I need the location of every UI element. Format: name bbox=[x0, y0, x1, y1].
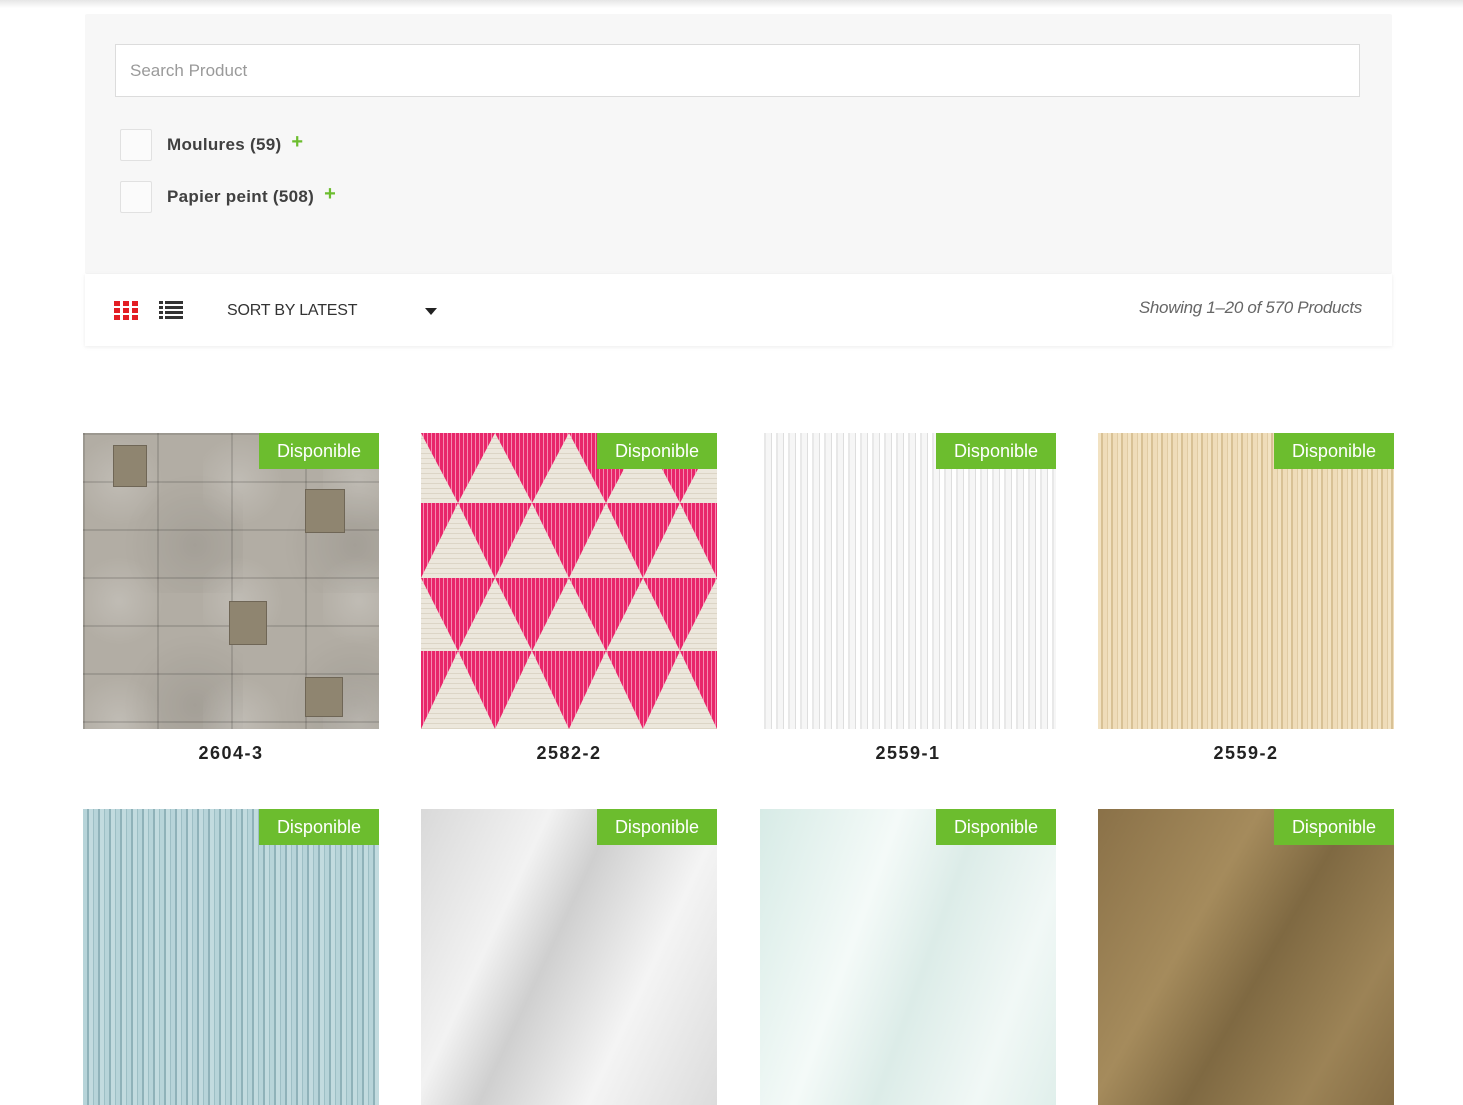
filter-label: Moulures (59) bbox=[167, 135, 282, 154]
product-card: Disponible bbox=[83, 809, 379, 1105]
chevron-down-icon bbox=[425, 307, 437, 315]
result-count: Showing 1–20 of 570 Products bbox=[1138, 298, 1362, 317]
availability-badge: Disponible bbox=[596, 809, 717, 845]
product-image[interactable]: Disponible bbox=[83, 809, 379, 1105]
product-image[interactable]: Disponible bbox=[421, 433, 717, 729]
product-title[interactable]: 2559-1 bbox=[760, 743, 1056, 764]
availability-badge: Disponible bbox=[596, 433, 717, 469]
availability-badge: Disponible bbox=[1273, 433, 1394, 469]
product-image[interactable]: Disponible bbox=[1098, 433, 1394, 729]
plus-icon[interactable]: + bbox=[324, 184, 336, 204]
stone-tile bbox=[113, 445, 147, 487]
availability-badge: Disponible bbox=[258, 433, 379, 469]
product-title[interactable]: 2559-2 bbox=[1098, 743, 1394, 764]
sort-label: SORT BY LATEST bbox=[227, 302, 358, 319]
availability-badge: Disponible bbox=[1273, 809, 1394, 845]
availability-badge: Disponible bbox=[935, 433, 1056, 469]
product-card: Disponible 2604-3 bbox=[83, 433, 379, 764]
product-title[interactable]: 2604-3 bbox=[83, 743, 379, 764]
product-card: Disponible bbox=[1098, 809, 1394, 1105]
product-card: Disponible bbox=[760, 809, 1056, 1105]
product-image[interactable]: Disponible bbox=[421, 809, 717, 1105]
plus-icon[interactable]: + bbox=[291, 132, 303, 152]
list-view-icon[interactable] bbox=[159, 301, 183, 320]
availability-badge: Disponible bbox=[258, 809, 379, 845]
filter-checkbox[interactable] bbox=[120, 129, 152, 161]
stone-tile bbox=[229, 601, 267, 645]
search-input[interactable] bbox=[115, 44, 1360, 97]
filter-label: Papier peint (508) bbox=[167, 187, 315, 206]
shop-toolbar: SORT BY LATEST Showing 1–20 of 570 Produ… bbox=[85, 274, 1392, 346]
sort-select[interactable]: SORT BY LATEST bbox=[227, 298, 437, 324]
top-shadow bbox=[0, 0, 1463, 8]
product-card: Disponible bbox=[421, 809, 717, 1105]
product-card: Disponible 2582-2 bbox=[421, 433, 717, 764]
product-image[interactable]: Disponible bbox=[760, 433, 1056, 729]
product-card: Disponible 2559-1 bbox=[760, 433, 1056, 764]
product-image[interactable]: Disponible bbox=[760, 809, 1056, 1105]
availability-badge: Disponible bbox=[935, 809, 1056, 845]
stone-tile bbox=[305, 677, 343, 717]
filter-panel: Moulures (59) + Papier peint (508) + bbox=[85, 14, 1392, 274]
filter-item-papier-peint[interactable]: Papier peint (508) + bbox=[120, 181, 336, 213]
stone-tile bbox=[305, 489, 345, 533]
triangle-pattern bbox=[421, 433, 717, 729]
product-image[interactable]: Disponible bbox=[1098, 809, 1394, 1105]
product-card: Disponible 2559-2 bbox=[1098, 433, 1394, 764]
product-image[interactable]: Disponible bbox=[83, 433, 379, 729]
filter-checkbox[interactable] bbox=[120, 181, 152, 213]
grid-view-icon[interactable] bbox=[114, 301, 138, 320]
product-title[interactable]: 2582-2 bbox=[421, 743, 717, 764]
filter-item-moulures[interactable]: Moulures (59) + bbox=[120, 129, 303, 161]
